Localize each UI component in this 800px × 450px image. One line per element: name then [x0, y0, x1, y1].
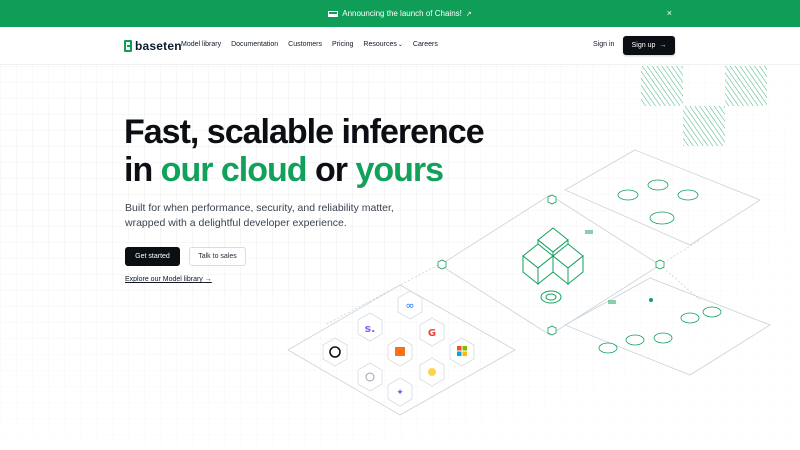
chevron-down-icon: ⌄ — [397, 42, 403, 48]
signin-link[interactable]: Sign in — [593, 41, 614, 48]
explore-link-label: Explore our Model library — [125, 276, 203, 283]
hero-subtitle: Built for when performance, security, an… — [125, 201, 415, 231]
close-icon[interactable]: × — [667, 8, 672, 18]
nav-link-careers[interactable]: Careers — [413, 41, 438, 48]
nav-link-resources[interactable]: Resources⌄ — [363, 41, 403, 48]
get-started-button[interactable]: Get started — [125, 247, 180, 266]
nav-link-model-library[interactable]: Model library — [181, 41, 221, 48]
nav-link-resources-label: Resources — [363, 41, 397, 48]
hero-subtitle-line-1: Built for when performance, security, an… — [125, 202, 394, 214]
hero-title-in: in — [124, 151, 161, 189]
nav-links: Model library Documentation Customers Pr… — [181, 41, 438, 48]
logo[interactable]: baseten — [124, 39, 182, 53]
hero-title: Fast, scalable inference in our cloud or… — [124, 113, 485, 189]
announcement-banner[interactable]: Announcing the launch of Chains! ↗ × — [0, 0, 800, 27]
banner-text[interactable]: Announcing the launch of Chains! — [342, 9, 462, 18]
hero-title-or: or — [306, 151, 356, 189]
hero-title-our-cloud: our cloud — [160, 151, 308, 189]
top-nav: baseten Model library Documentation Cust… — [0, 27, 800, 65]
arrow-right-icon: → — [659, 42, 667, 49]
flag-icon — [328, 10, 339, 17]
external-link-icon: ↗ — [465, 10, 472, 18]
hero-subtitle-line-2: wrapped with a delightful developer expe… — [125, 217, 347, 229]
baseten-logo-icon — [124, 40, 132, 52]
talk-to-sales-button[interactable]: Talk to sales — [189, 247, 246, 266]
nav-link-customers[interactable]: Customers — [288, 41, 322, 48]
signup-button[interactable]: Sign up → — [623, 36, 675, 55]
hero-title-line-1: Fast, scalable inference — [124, 113, 485, 151]
logo-text: baseten — [135, 39, 182, 53]
hero-title-line-2: in our cloud or yours — [124, 151, 484, 189]
arrow-right-icon: → — [204, 276, 212, 283]
explore-model-library-link[interactable]: Explore our Model library → — [125, 276, 212, 283]
hero-title-yours: yours — [355, 151, 444, 189]
nav-link-documentation[interactable]: Documentation — [231, 41, 278, 48]
nav-link-pricing[interactable]: Pricing — [332, 41, 353, 48]
signup-label: Sign up — [631, 42, 656, 49]
